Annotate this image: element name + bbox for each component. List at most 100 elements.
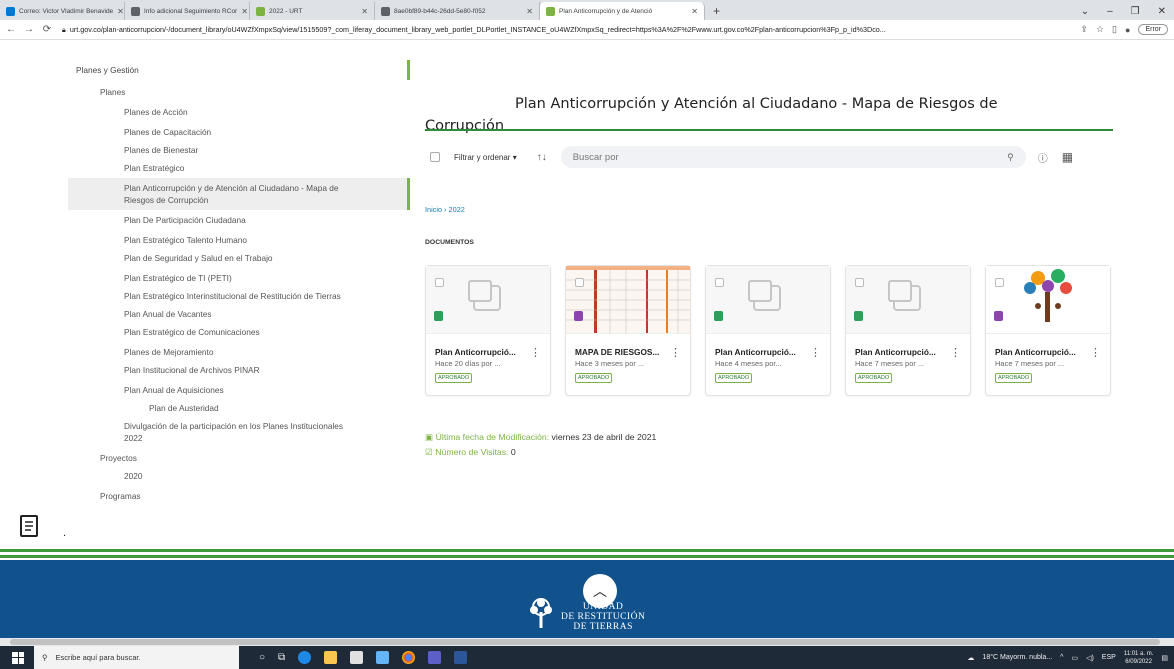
weather-icon[interactable]: ☁ [967,654,974,662]
task-view-icon[interactable]: ⧉ [278,652,285,663]
tray-chevron-icon[interactable]: ^ [1060,654,1063,661]
sidebar-item[interactable]: Plan Estratégico de TI (PETI) [124,273,232,284]
browser-tab[interactable]: Plan Anticorrupción y de Atenció ✕ [540,2,705,20]
close-window-icon[interactable]: ✕ [1158,6,1166,17]
minimize-icon[interactable]: – [1107,6,1113,17]
tab-search-icon[interactable]: ⌄ [1081,6,1089,17]
file-type-icon [994,311,1003,321]
clock[interactable]: 11:01 a. m. 6/09/2022 [1124,650,1154,666]
breadcrumb[interactable]: Inicio › 2022 [425,205,465,214]
info-icon[interactable]: ⓘ [1038,150,1048,165]
sidebar-item[interactable]: Plan Institucional de Archivos PINAR [124,365,260,376]
document-icon[interactable] [20,515,38,537]
browser-tab[interactable]: Info adicional Seguimiento RCor ✕ [125,2,250,20]
sidebar-item[interactable]: Plan de Austeridad [149,403,219,414]
sidebar-item[interactable]: Plan Estratégico [124,163,184,174]
sidebar-item[interactable]: Planes de Capacitación [124,127,211,138]
sidebar-item[interactable]: Proyectos [100,453,137,464]
sidebar-item[interactable]: Planes [100,87,125,98]
edge-icon[interactable] [298,651,312,664]
document-card[interactable]: Plan Anticorrupció... Hace 20 días por ..… [425,265,551,396]
close-tab-icon[interactable]: ✕ [241,7,248,16]
kebab-menu-icon[interactable]: ⋮ [810,348,821,359]
back-icon[interactable]: ← [4,24,18,35]
search-icon[interactable]: ⚲ [1007,152,1014,163]
cortana-icon[interactable]: ○ [259,652,265,663]
sidebar-item[interactable]: Plan Estratégico Talento Humano [124,235,247,246]
forward-icon[interactable]: → [22,24,36,35]
weather-text[interactable]: 18°C Mayorm. nubla... [982,654,1052,661]
card-title[interactable]: MAPA DE RIESGOS... [575,347,659,357]
windows-start-icon[interactable] [12,651,24,664]
tab-label: Correo: Victor Vladimir Benavide [19,7,114,15]
grid-view-icon[interactable]: ▦ [1062,150,1073,164]
kebab-menu-icon[interactable]: ⋮ [950,348,961,359]
language-indicator[interactable]: ESP [1102,654,1116,661]
error-button[interactable]: Error [1138,24,1168,35]
sidebar-item[interactable]: Planes de Bienestar [124,145,198,156]
sidebar-item[interactable]: Plan Estratégico Interinstitucional de R… [124,291,341,302]
close-tab-icon[interactable]: ✕ [526,7,533,16]
sort-order-icon[interactable]: ↑↓ [537,152,547,163]
sidebar-item[interactable]: Plan Anual de Aquisiciones [124,385,224,396]
sidebar-item[interactable]: Plan De Participación Ciudadana [124,215,246,226]
card-checkbox[interactable] [715,278,724,287]
document-card[interactable]: Plan Anticorrupció... Hace 4 meses por...… [705,265,831,396]
maximize-icon[interactable]: ❐ [1131,6,1140,17]
sidebar-section-planes-gestion[interactable]: Planes y Gestión [68,60,410,80]
browser-tab[interactable]: 2022 - URT ✕ [250,2,375,20]
file-explorer-icon[interactable] [324,651,338,664]
scrollbar-thumb[interactable] [10,639,1160,645]
card-title[interactable]: Plan Anticorrupció... [855,347,936,357]
card-checkbox[interactable] [855,278,864,287]
filter-sort-dropdown[interactable]: Filtrar y ordenar ▾ [454,153,517,162]
profile-icon[interactable]: ● [1125,25,1130,35]
browser-tab[interactable]: 8ae0bf89-b44c-26dd-5e80-f052 ✕ [375,2,540,20]
notification-icon[interactable]: ▤ [1161,654,1168,662]
word-icon[interactable] [454,651,468,664]
network-icon[interactable]: ▭ [1071,654,1078,662]
close-tab-icon[interactable]: ✕ [691,7,698,16]
document-card[interactable]: Plan Anticorrupció... Hace 7 meses por ..… [985,265,1111,396]
close-tab-icon[interactable]: ✕ [117,7,124,16]
sidebar-item[interactable]: Plan Anual de Vacantes [124,309,212,320]
horizontal-scrollbar[interactable] [0,638,1174,646]
new-tab-button[interactable]: + [705,2,728,20]
sidebar-item[interactable]: Plan Estratégico de Comunicaciones [124,327,260,338]
reload-icon[interactable]: ⟳ [40,24,54,35]
close-tab-icon[interactable]: ✕ [361,7,368,16]
store-icon[interactable] [350,651,364,664]
card-checkbox[interactable] [575,278,584,287]
sidebar-item[interactable]: Programas [100,491,141,502]
url-field[interactable]: 🔒︎ urt.gov.co/plan-anticorrupcion/-/docu… [62,25,1080,35]
sidebar-item[interactable]: Planes de Mejoramiento [124,347,213,358]
card-title[interactable]: Plan Anticorrupció... [435,347,516,357]
kebab-menu-icon[interactable]: ⋮ [1090,348,1101,359]
volume-icon[interactable]: ◁) [1086,654,1094,662]
sidebar-item[interactable]: Planes de Acción [124,107,188,118]
taskbar-search-input[interactable]: ⚲ Escribe aquí para buscar. [34,646,239,669]
bookmark-star-icon[interactable]: ☆ [1096,24,1104,35]
kebab-menu-icon[interactable]: ⋮ [530,348,541,359]
last-modified-value: viernes 23 de abril de 2021 [551,432,657,442]
sidebar-item[interactable]: Plan de Seguridad y Salud en el Trabajo [124,253,273,264]
sidebar-item[interactable]: 2022 [124,433,142,444]
card-title[interactable]: Plan Anticorrupció... [715,347,796,357]
sidebar-item-plan-anticorrupcion[interactable]: Plan Anticorrupción y de Atención al Ciu… [68,178,410,210]
card-title[interactable]: Plan Anticorrupció... [995,347,1076,357]
chrome-icon[interactable] [402,651,416,664]
mail-icon[interactable] [376,651,390,664]
document-card[interactable]: MAPA DE RIESGOS... Hace 3 meses por ... ⋮ A… [565,265,691,396]
document-card[interactable]: Plan Anticorrupció... Hace 7 meses por ..… [845,265,971,396]
browser-tab[interactable]: Correo: Victor Vladimir Benavide ✕ [0,2,125,20]
card-checkbox[interactable] [435,278,444,287]
card-checkbox[interactable] [995,278,1004,287]
sidebar-item[interactable]: 2020 [124,471,142,482]
sidepanel-icon[interactable]: ▯ [1112,24,1117,35]
share-icon[interactable]: ⇪ [1080,24,1088,35]
teams-icon[interactable] [428,651,442,664]
select-all-checkbox[interactable] [430,152,440,162]
kebab-menu-icon[interactable]: ⋮ [670,348,681,359]
sidebar-item[interactable]: Divulgación de la participación en los P… [124,421,343,432]
search-input[interactable]: Buscar por ⚲ [560,146,1026,168]
